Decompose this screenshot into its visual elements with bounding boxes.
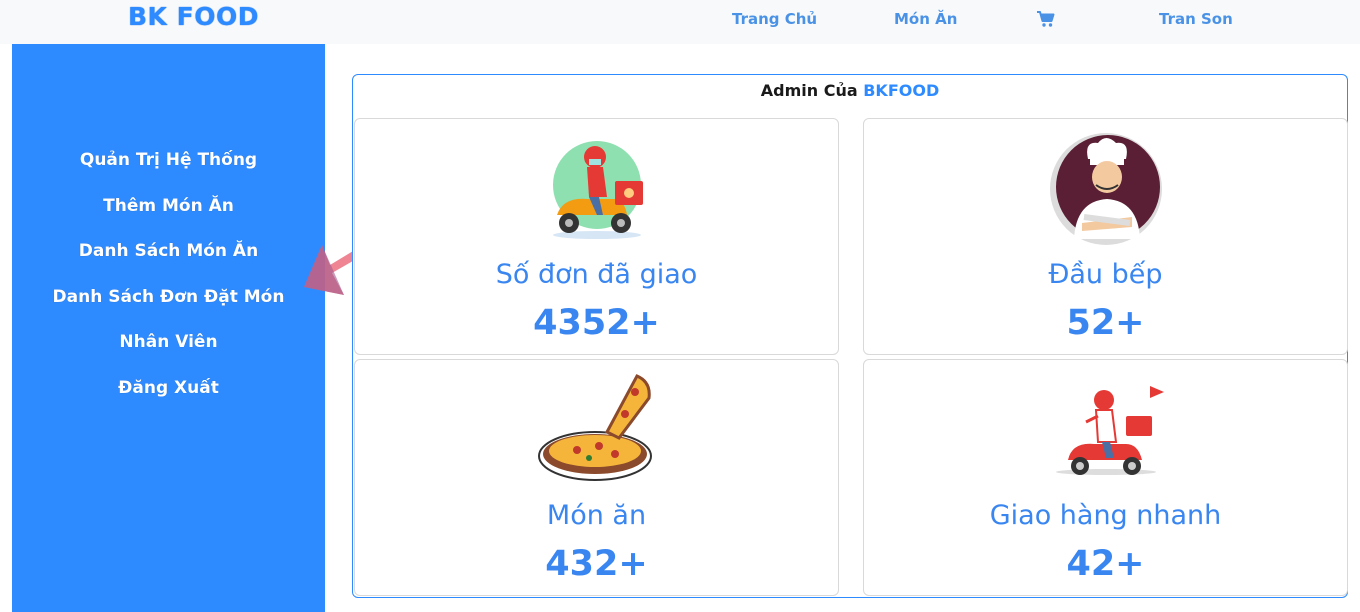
- stat-label: Món ăn: [546, 500, 647, 531]
- shopping-cart-icon[interactable]: [1036, 9, 1056, 31]
- panel-title: Admin Của BKFOOD: [353, 81, 1347, 100]
- dashboard-panel: Admin Của BKFOOD Số đơn đã giao 4352+ Đầ…: [352, 74, 1348, 598]
- stat-value: 4352+: [533, 303, 660, 343]
- sidebar-item-order-list[interactable]: Danh Sách Đơn Đặt Món: [12, 287, 325, 307]
- stat-value: 52+: [1066, 303, 1145, 343]
- stat-card-fast-delivery: Giao hàng nhanh 42+: [863, 359, 1348, 596]
- top-navbar: BK FOOD Trang Chủ Món Ăn Tran Son: [0, 0, 1360, 44]
- stat-value: 432+: [545, 544, 648, 584]
- panel-title-brand: BKFOOD: [863, 81, 940, 100]
- stat-card-chefs: Đầu bếp 52+: [863, 118, 1348, 355]
- admin-sidebar: Quản Trị Hệ Thống Thêm Món Ăn Danh Sách …: [12, 44, 325, 612]
- sidebar-item-staff[interactable]: Nhân Viên: [12, 332, 325, 352]
- pizza-image: [538, 374, 652, 481]
- stat-label: Đầu bếp: [1048, 259, 1163, 290]
- panel-title-prefix: Admin Của: [760, 81, 864, 100]
- brand-logo[interactable]: BK FOOD: [128, 2, 259, 31]
- nav-link-food[interactable]: Món Ăn: [894, 10, 957, 28]
- sidebar-item-add-dish[interactable]: Thêm Món Ăn: [12, 196, 325, 216]
- sidebar-item-logout[interactable]: Đăng Xuất: [12, 378, 325, 398]
- sidebar-item-system-admin[interactable]: Quản Trị Hệ Thống: [12, 150, 325, 170]
- nav-user-name[interactable]: Tran Son: [1159, 10, 1233, 28]
- sidebar-item-dish-list[interactable]: Danh Sách Món Ăn: [12, 241, 325, 261]
- fast-delivery-image: [1056, 386, 1164, 475]
- stat-card-dishes: Món ăn 432+: [354, 359, 839, 596]
- stat-value: 42+: [1066, 544, 1145, 584]
- stat-label: Giao hàng nhanh: [989, 500, 1222, 531]
- nav-link-home[interactable]: Trang Chủ: [732, 10, 817, 28]
- delivery-scooter-image: [553, 141, 643, 239]
- stat-card-delivered-orders: Số đơn đã giao 4352+: [354, 118, 839, 355]
- stat-label: Số đơn đã giao: [495, 259, 698, 290]
- chef-image: [1050, 133, 1162, 245]
